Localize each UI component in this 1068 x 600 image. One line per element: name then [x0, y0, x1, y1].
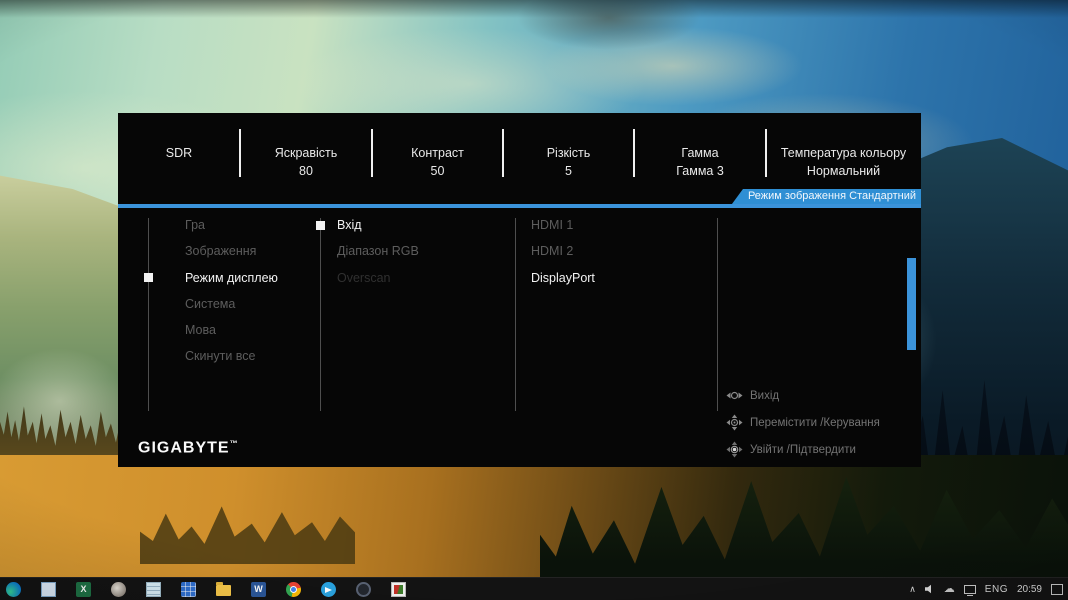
hint-enter: Увійти /Підтвердити [726, 441, 856, 458]
word-icon[interactable]: W [251, 582, 266, 597]
obs-icon[interactable] [356, 582, 371, 597]
menu-divider-1 [148, 218, 149, 411]
osd-submenu: Вхід Діапазон RGB Overscan [337, 212, 419, 291]
joystick-all-directions-icon [726, 414, 743, 431]
menu-item-system[interactable]: Система [185, 291, 278, 317]
volume-icon[interactable] [925, 584, 935, 594]
osd-status-sharpness: Різкість 5 [503, 113, 634, 201]
hint-exit: Вихід [726, 387, 779, 404]
menu-divider-2 [320, 218, 321, 411]
excel-icon[interactable]: X [76, 582, 91, 597]
submenu-item-input[interactable]: Вхід [337, 212, 419, 238]
option-displayport[interactable]: DisplayPort [531, 265, 595, 291]
menu-divider-3 [515, 218, 516, 411]
selection-marker-main [144, 273, 153, 282]
option-hdmi1[interactable]: HDMI 1 [531, 212, 595, 238]
system-tray: ∧ ☁ ENG 20:59 [909, 578, 1063, 600]
taskbar-pinned-apps: X W [0, 582, 406, 597]
chrome-icon[interactable] [286, 582, 301, 597]
chevron-up-icon[interactable]: ∧ [909, 584, 916, 595]
clock[interactable]: 20:59 [1017, 584, 1042, 595]
status-value: Гамма 3 [676, 164, 724, 179]
photos-app-icon[interactable] [391, 582, 406, 597]
status-label: Контраст [411, 146, 464, 161]
status-value: 5 [565, 164, 572, 179]
round-app-icon[interactable] [111, 582, 126, 597]
language-indicator[interactable]: ENG [985, 584, 1008, 595]
picture-mode-badge: Режим зображення Стандартний [732, 189, 921, 204]
osd-options-list: HDMI 1 HDMI 2 DisplayPort [531, 212, 595, 291]
osd-status-sdr: SDR [118, 113, 240, 201]
network-icon[interactable] [964, 585, 976, 594]
selection-marker-submenu [316, 221, 325, 230]
menu-item-language[interactable]: Мова [185, 317, 278, 343]
menu-item-reset-all[interactable]: Скинути все [185, 343, 278, 369]
submenu-item-overscan[interactable]: Overscan [337, 265, 419, 291]
status-label: SDR [166, 146, 192, 161]
monitor-osd-panel: SDR Яскравість 80 Контраст 50 Різкість 5… [118, 113, 921, 467]
joystick-left-right-icon [726, 387, 743, 404]
calculator-icon[interactable] [181, 582, 196, 597]
status-value: 50 [431, 164, 445, 179]
status-value: Нормальний [807, 164, 880, 179]
hint-label: Увійти /Підтвердити [750, 444, 856, 456]
gigabyte-logo: GIGABYTE™ [138, 439, 238, 457]
status-label: Гамма [681, 146, 718, 161]
menu-divider-4 [717, 218, 718, 411]
osd-status-gamma: Гамма Гамма 3 [634, 113, 766, 201]
menu-item-picture[interactable]: Зображення [185, 238, 278, 264]
hint-move: Перемістити /Керування [726, 414, 880, 431]
hint-label: Вихід [750, 390, 779, 402]
osd-status-color-temp: Температура кольору Нормальний [766, 113, 921, 201]
option-hdmi2[interactable]: HDMI 2 [531, 238, 595, 264]
accent-divider-line [118, 204, 921, 208]
trademark-symbol: ™ [230, 439, 238, 448]
mail-app-icon[interactable] [41, 582, 56, 597]
brand-text: GIGABYTE [138, 439, 230, 456]
hint-label: Перемістити /Керування [750, 417, 880, 429]
joystick-press-icon [726, 441, 743, 458]
windows-taskbar: X W ∧ ☁ ENG 20:59 [0, 577, 1068, 600]
edge-icon[interactable] [6, 582, 21, 597]
notepad-icon[interactable] [146, 582, 161, 597]
status-label: Температура кольору [781, 146, 906, 161]
desktop-screen: SDR Яскравість 80 Контраст 50 Різкість 5… [0, 0, 1068, 600]
osd-status-bar: SDR Яскравість 80 Контраст 50 Різкість 5… [118, 113, 921, 201]
osd-main-menu: Гра Зображення Режим дисплею Система Мов… [185, 212, 278, 370]
osd-status-contrast: Контраст 50 [372, 113, 503, 201]
menu-item-display-mode[interactable]: Режим дисплею [185, 265, 278, 291]
submenu-item-rgb-range[interactable]: Діапазон RGB [337, 238, 419, 264]
action-center-icon[interactable] [1051, 584, 1063, 595]
menu-item-game[interactable]: Гра [185, 212, 278, 238]
cloud-icon[interactable]: ☁ [944, 584, 955, 595]
telegram-icon[interactable] [321, 582, 336, 597]
osd-status-brightness: Яскравість 80 [240, 113, 372, 201]
file-explorer-icon[interactable] [216, 585, 231, 596]
status-value: 80 [299, 164, 313, 179]
status-label: Яскравість [275, 146, 338, 161]
status-label: Різкість [547, 146, 591, 161]
osd-scrollbar[interactable] [907, 258, 916, 350]
